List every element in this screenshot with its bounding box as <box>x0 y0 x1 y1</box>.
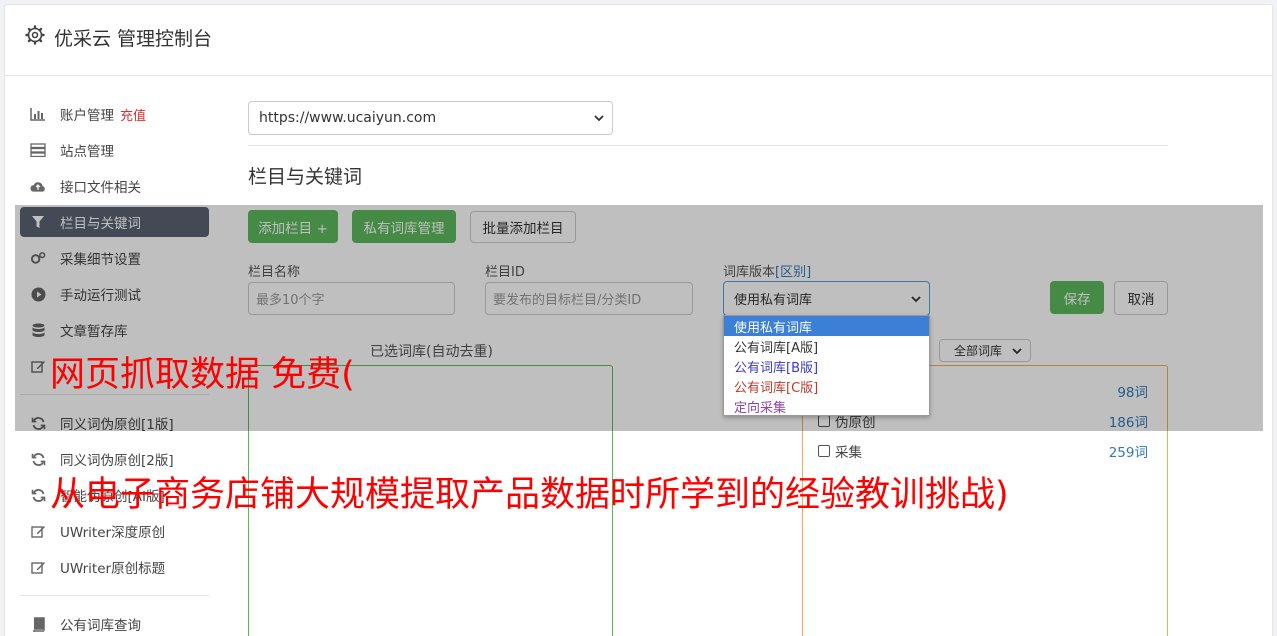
dropdown-option[interactable]: 使用私有词库 <box>724 316 929 336</box>
lib-option-count: 259词 <box>1108 445 1148 461</box>
sidebar-item-account[interactable]: 账户管理 充值 <box>20 99 209 129</box>
cloud-upload-icon <box>30 178 46 194</box>
sidebar-item-label: 接口文件相关 <box>60 180 141 196</box>
section-divider <box>248 145 1168 146</box>
refresh-icon <box>30 487 46 503</box>
sidebar-item-label: UWriter深度原创 <box>60 525 166 541</box>
sidebar-item-uwriter-deep[interactable]: UWriter深度原创 <box>20 516 209 546</box>
header: 优采云 管理控制台 <box>5 5 1272 76</box>
sidebar-item-label: 账户管理 <box>60 108 114 124</box>
edit-icon <box>30 559 46 575</box>
sidebar-item-uwriter-title[interactable]: UWriter原创标题 <box>20 552 209 582</box>
lib-option-label: 采集 <box>835 445 862 461</box>
sidebar-item-public-lib[interactable]: 公有词库查询 <box>20 609 209 636</box>
server-icon <box>30 142 46 158</box>
dim-overlay <box>15 205 1263 431</box>
edit-icon <box>30 523 46 539</box>
banner-line-2: 从电子商务店铺大规模提取产品数据时所学到的经验教训挑战) <box>50 475 1009 515</box>
sidebar-divider <box>20 595 209 596</box>
checkbox[interactable] <box>818 445 830 457</box>
sidebar-item-interface[interactable]: 接口文件相关 <box>20 171 209 201</box>
dropdown-option[interactable]: 公有词库[C版] <box>724 376 929 396</box>
section-title: 栏目与关键词 <box>248 166 363 188</box>
lib-option[interactable]: 采集 259词 <box>818 441 1148 461</box>
dropdown-option[interactable]: 定向采集 <box>724 396 929 416</box>
sidebar-item-sites[interactable]: 站点管理 <box>20 135 209 165</box>
bar-chart-icon <box>30 106 46 122</box>
dropdown-option[interactable]: 公有词库[B版] <box>724 356 929 376</box>
lib-version-dropdown[interactable]: 使用私有词库 公有词库[A版] 公有词库[B版] 公有词库[C版] 定向采集 <box>723 315 930 416</box>
chevron-down-icon <box>594 115 604 122</box>
refresh-icon <box>30 451 46 467</box>
site-select[interactable]: https://www.ucaiyun.com <box>248 101 613 135</box>
book-icon <box>30 616 46 632</box>
site-select-value: https://www.ucaiyun.com <box>259 110 437 126</box>
sidebar-item-label: 公有词库查询 <box>60 618 141 634</box>
banner-line-1: 网页抓取数据 免费( <box>50 355 355 395</box>
dropdown-option[interactable]: 公有词库[A版] <box>724 336 929 356</box>
sidebar-item-label: UWriter原创标题 <box>60 561 166 577</box>
sidebar-item-label: 站点管理 <box>60 144 114 160</box>
gear-icon <box>25 25 45 45</box>
page-title: 优采云 管理控制台 <box>54 28 213 50</box>
recharge-link[interactable]: 充值 <box>120 105 146 124</box>
